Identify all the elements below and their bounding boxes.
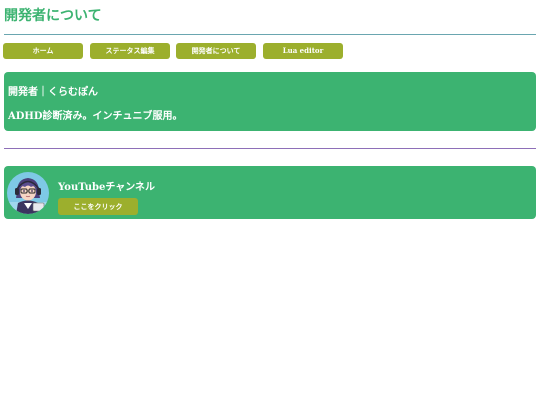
header-divider bbox=[4, 34, 536, 35]
nav-home-button[interactable]: ホーム bbox=[3, 43, 83, 59]
developer-card: 開発者｜くらむぽん ADHD診断済み。インチュニブ服用。 bbox=[4, 72, 536, 131]
section-divider bbox=[4, 148, 536, 149]
nav-about-developer-button[interactable]: 開発者について bbox=[176, 43, 256, 59]
developer-name: 開発者｜くらむぽん bbox=[8, 87, 98, 98]
nav-status-edit-button[interactable]: ステータス編集 bbox=[90, 43, 170, 59]
page-title: 開発者について bbox=[4, 8, 102, 24]
nav-lua-editor-button[interactable]: Lua editor bbox=[263, 43, 343, 59]
youtube-link-button[interactable]: ここをクリック bbox=[58, 198, 138, 215]
character-avatar-icon bbox=[7, 172, 49, 214]
youtube-channel-title: YouTubeチャンネル bbox=[58, 182, 156, 193]
developer-description: ADHD診断済み。インチュニブ服用。 bbox=[8, 111, 183, 122]
youtube-card: YouTubeチャンネル ここをクリック bbox=[4, 166, 536, 219]
